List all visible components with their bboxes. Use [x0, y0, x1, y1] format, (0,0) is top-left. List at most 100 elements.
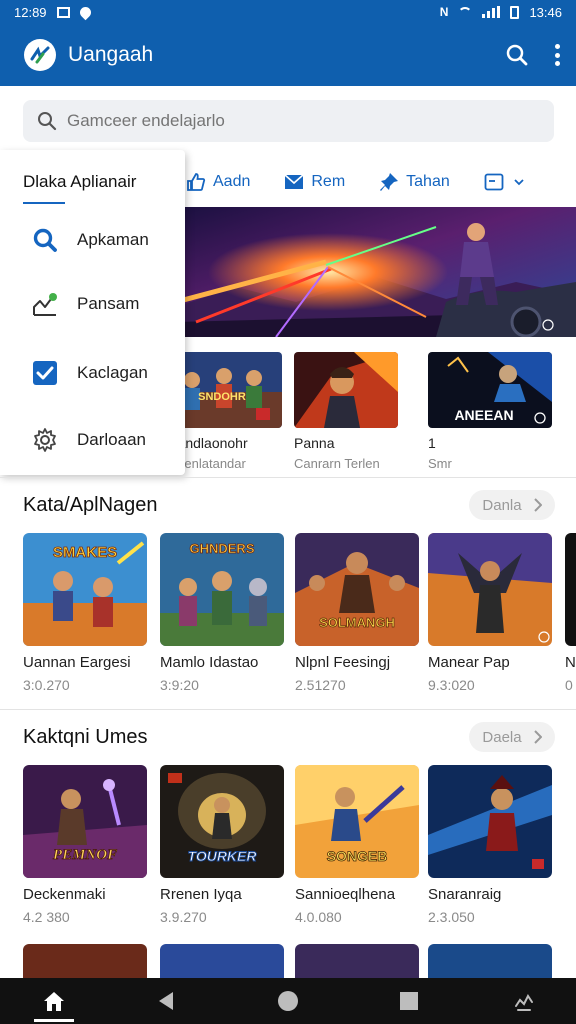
chart-icon	[31, 290, 59, 318]
home-button[interactable]	[24, 978, 84, 1024]
home-icon	[44, 992, 64, 1011]
home-indicator	[34, 1019, 74, 1022]
game-thumbnail: ANEEAN	[428, 352, 552, 428]
battery-icon	[510, 5, 520, 19]
drawer-title: Dlaka Aplianair	[23, 172, 137, 191]
game-thumbnail	[428, 533, 552, 646]
chevron-down-icon	[514, 179, 524, 186]
more-label: Daela	[482, 728, 522, 746]
card-title: Mamlo Idastao	[160, 654, 259, 671]
section-more-button[interactable]: Danla	[469, 490, 555, 520]
drawer-title-underline	[23, 202, 65, 204]
game-thumbnail[interactable]	[295, 944, 419, 978]
settings-icon	[31, 426, 59, 454]
window-icon	[484, 173, 504, 191]
card-title: N	[565, 654, 576, 671]
card-title: Nlpnl Feesingj	[295, 654, 391, 671]
game-thumbnail: PEMNOF	[23, 765, 147, 878]
game-thumbnail: GHNDERS	[160, 533, 284, 646]
assist-button[interactable]	[494, 978, 554, 1024]
search-bar[interactable]	[23, 100, 554, 142]
card-meta: 3.9.270	[160, 909, 207, 925]
location-icon	[77, 4, 93, 20]
thumbnail-title: GHNDERS	[189, 541, 254, 556]
status-bar: 12:89 N 13:46	[0, 0, 576, 24]
thumbs-up-icon	[187, 173, 206, 191]
card-meta: 0	[565, 677, 573, 693]
more-options-icon[interactable]	[554, 44, 560, 66]
search-icon[interactable]	[506, 44, 528, 66]
search-icon	[31, 226, 59, 254]
drawer-item-darloaan[interactable]: Darloaan	[0, 416, 185, 464]
game-card[interactable]: SOLMANGH Nlpnl Feesingj 2.51270	[295, 533, 419, 693]
drawer-item-label: Apkaman	[77, 230, 149, 249]
game-card[interactable]: N 0	[565, 533, 576, 693]
section-title: Kata/AplNagen	[23, 494, 158, 516]
app-subtitle: Canrarn Terlen	[294, 456, 380, 471]
tab-tahan[interactable]: Tahan	[379, 172, 450, 192]
card-title: Manear Pap	[428, 654, 510, 671]
card-meta: 9.3:020	[428, 677, 475, 693]
app-bar: Uangaah	[0, 24, 576, 86]
tab-more-dropdown[interactable]	[484, 172, 524, 192]
card-title: Sannioeqlhena	[295, 886, 396, 903]
thumbnail-title: SNDOHR	[198, 391, 246, 403]
home-circle-button[interactable]	[258, 978, 318, 1024]
app-subtitle: Smr	[428, 456, 452, 471]
game-card[interactable]: SMAKES Uannan Eargesi 3:0.270	[23, 533, 147, 693]
game-thumbnail[interactable]	[428, 944, 552, 978]
drawer-item-kaclagan[interactable]: Kaclagan	[0, 349, 185, 397]
drawer-item-label: Pansam	[77, 294, 140, 313]
game-thumbnail	[294, 352, 398, 428]
list-item[interactable]: ANEEAN 1 Smr	[428, 352, 552, 471]
game-thumbnail: TOURKER	[160, 765, 284, 878]
gesture-icon	[515, 994, 533, 1011]
drawer-item-label: Kaclagan	[77, 363, 148, 382]
featured-banner[interactable]	[176, 207, 576, 337]
section-divider	[0, 709, 576, 710]
game-card[interactable]: PEMNOF Deckenmaki 4.2 380	[23, 765, 147, 925]
status-time-right: 13:46	[529, 4, 562, 20]
game-thumbnail[interactable]	[160, 944, 284, 978]
card-title: Deckenmaki	[23, 886, 106, 903]
square-icon	[400, 992, 418, 1010]
back-button[interactable]	[136, 978, 196, 1024]
tab-aadn[interactable]: Aadn	[186, 172, 250, 192]
nfc-icon: N	[439, 5, 449, 19]
section-divider	[0, 477, 576, 478]
app-title: 1	[428, 435, 436, 451]
section-card-row: PEMNOF Deckenmaki 4.2 380 TOURKER Rrenen…	[23, 765, 576, 935]
game-card[interactable]: Snaranraig 2.3.050	[428, 765, 552, 925]
tab-label: Tahan	[406, 173, 450, 190]
search-input[interactable]	[67, 111, 527, 131]
list-item[interactable]: Panna Canrarn Terlen	[294, 352, 398, 471]
game-thumbnail[interactable]	[23, 944, 147, 978]
pin-icon	[380, 173, 399, 191]
app-title: Uangaah	[68, 43, 154, 66]
card-title: Rrenen Iyqa	[160, 886, 242, 903]
game-card[interactable]: SONGEB Sannioeqlhena 4.0.080	[295, 765, 419, 925]
card-meta: 4.2 380	[23, 909, 70, 925]
chevron-right-icon	[533, 730, 542, 744]
thumbnail-title: TOURKER	[188, 848, 258, 864]
signal-icon	[482, 6, 501, 18]
section-more-button[interactable]: Daela	[469, 722, 555, 752]
card-meta: 3:0.270	[23, 677, 70, 693]
card-meta: 3:9:20	[160, 677, 199, 693]
chevron-right-icon	[533, 498, 542, 512]
game-card[interactable]: GHNDERS Mamlo Idastao 3:9:20	[160, 533, 284, 693]
drawer-item-apkaman[interactable]: Apkaman	[0, 216, 185, 264]
drawer-item-pansam[interactable]: Pansam	[0, 280, 185, 328]
tab-label: Aadn	[213, 173, 251, 190]
recents-button[interactable]	[379, 978, 439, 1024]
game-card[interactable]: TOURKER Rrenen Iyqa 3.9.270	[160, 765, 284, 925]
card-title: Snaranraig	[428, 886, 502, 903]
search-field-icon	[38, 112, 57, 131]
back-icon	[159, 992, 173, 1010]
section-card-row: SMAKES Uannan Eargesi 3:0.270 GHNDERS Ma…	[23, 533, 576, 703]
tab-rem[interactable]: Rem	[284, 173, 345, 191]
checkbox-icon	[31, 359, 59, 387]
top-tabs: Aadn Rem Tahan	[186, 164, 576, 200]
game-card[interactable]: Manear Pap 9.3:020	[428, 533, 552, 693]
circle-icon	[278, 991, 298, 1011]
